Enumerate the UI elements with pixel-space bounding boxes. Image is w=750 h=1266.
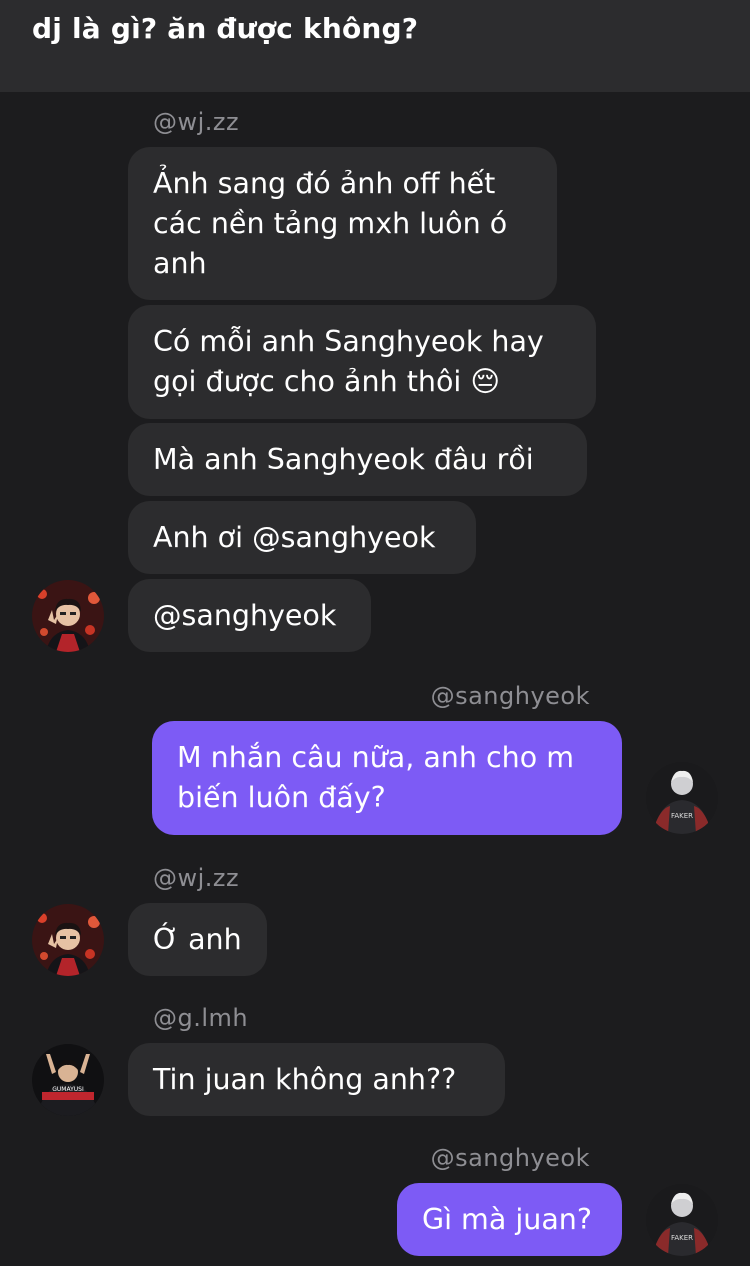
- jacket-text: FAKER: [671, 1234, 693, 1242]
- avatar-glmh[interactable]: GUMAYUSI: [32, 1044, 104, 1116]
- sender-name: @wj.zz: [153, 864, 240, 892]
- avatar-sanghyeok[interactable]: FAKER: [646, 762, 718, 834]
- avatar-wjzz[interactable]: [32, 580, 104, 652]
- avatar-sanghyeok[interactable]: FAKER: [646, 1184, 718, 1256]
- message-bubble[interactable]: Anh ơi @sanghyeok: [128, 501, 476, 574]
- message-bubble[interactable]: Mà anh Sanghyeok đâu rồi: [128, 423, 587, 496]
- message-bubble[interactable]: @sanghyeok: [128, 579, 371, 652]
- message-bubble[interactable]: Có mỗi anh Sanghyeok hay gọi được cho ản…: [128, 305, 596, 419]
- message-bubble[interactable]: Ớ anh: [128, 903, 267, 976]
- message-bubble[interactable]: Ảnh sang đó ảnh off hết các nền tảng mxh…: [128, 147, 557, 300]
- jacket-text: FAKER: [671, 812, 693, 820]
- sender-name: @wj.zz: [153, 108, 240, 136]
- message-bubble[interactable]: Tin juan không anh??: [128, 1043, 505, 1116]
- sender-name: @g.lmh: [153, 1004, 249, 1032]
- avatar-wjzz[interactable]: [32, 904, 104, 976]
- sender-name: @sanghyeok: [430, 682, 590, 710]
- message-bubble-outgoing[interactable]: Gì mà juan?: [397, 1183, 622, 1256]
- chat-header: dj là gì? ăn được không?: [0, 0, 750, 92]
- message-bubble-outgoing[interactable]: M nhắn câu nữa, anh cho m biến luôn đấy?: [152, 721, 622, 835]
- sender-name: @sanghyeok: [430, 1144, 590, 1172]
- jersey-text: GUMAYUSI: [52, 1086, 84, 1093]
- chat-title: dj là gì? ăn được không?: [32, 12, 419, 45]
